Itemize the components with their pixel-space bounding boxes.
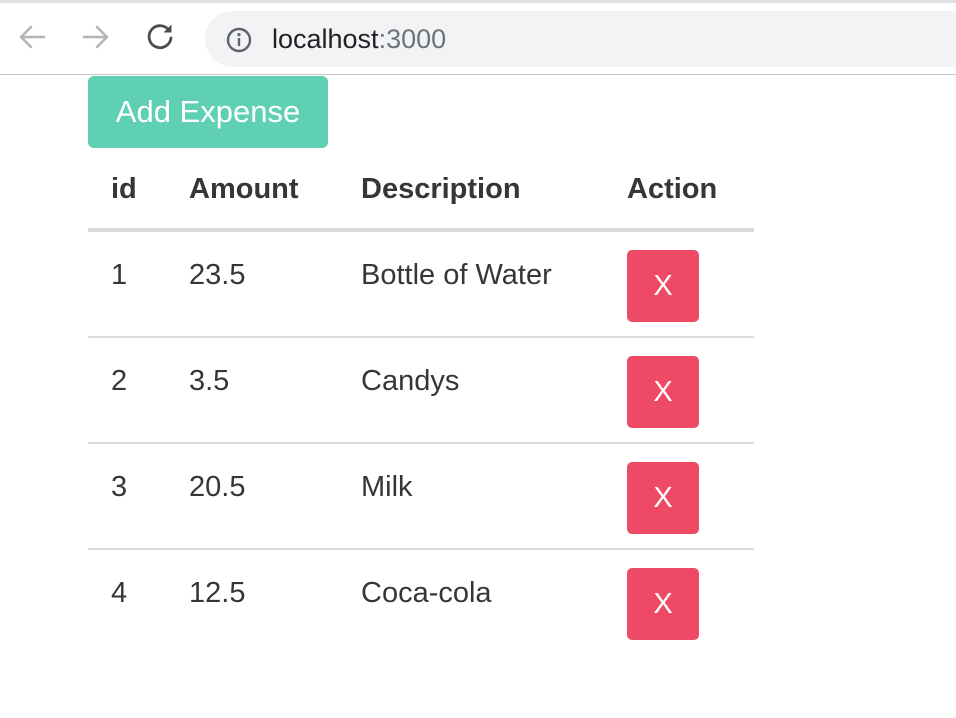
info-icon[interactable] xyxy=(226,27,252,53)
cell-description: Milk xyxy=(361,471,413,503)
header-description: Description xyxy=(361,173,521,205)
cell-amount: 23.5 xyxy=(189,259,246,291)
address-url[interactable]: localhost:3000 xyxy=(272,23,446,55)
table-row: 2 3.5 Candys X xyxy=(88,338,754,444)
browser-toolbar: localhost:3000 xyxy=(0,3,956,75)
table-header: id Amount Description Action xyxy=(88,150,754,232)
cell-description: Bottle of Water xyxy=(361,259,552,291)
cell-description: Coca-cola xyxy=(361,577,492,609)
add-expense-button[interactable]: Add Expense xyxy=(88,76,328,148)
cell-id: 3 xyxy=(111,471,128,503)
delete-expense-button[interactable]: X xyxy=(627,356,699,428)
cell-description: Candys xyxy=(361,365,460,397)
cell-id: 2 xyxy=(111,365,128,397)
delete-expense-button[interactable]: X xyxy=(627,462,699,534)
delete-expense-button[interactable]: X xyxy=(627,568,699,640)
address-bar[interactable]: localhost:3000 xyxy=(205,11,956,67)
arrow-right-icon xyxy=(82,25,109,49)
header-amount: Amount xyxy=(189,173,299,205)
table-row: 1 23.5 Bottle of Water X xyxy=(88,232,754,338)
cell-id: 1 xyxy=(111,259,128,291)
reload-button[interactable] xyxy=(143,20,177,54)
cell-id: 4 xyxy=(111,577,128,609)
back-button[interactable] xyxy=(15,20,49,54)
expenses-table: id Amount Description Action 1 23.5 Bott… xyxy=(88,150,754,656)
table-row: 3 20.5 Milk X xyxy=(88,444,754,550)
delete-expense-button[interactable]: X xyxy=(627,250,699,322)
arrow-left-icon xyxy=(19,25,46,49)
header-id: id xyxy=(111,173,137,205)
header-action: Action xyxy=(627,173,718,205)
reload-icon xyxy=(147,24,173,50)
cell-amount: 20.5 xyxy=(189,471,246,503)
cell-amount: 3.5 xyxy=(189,365,230,397)
forward-button[interactable] xyxy=(79,20,113,54)
url-host: localhost xyxy=(272,24,379,54)
url-port: :3000 xyxy=(378,24,447,54)
cell-amount: 12.5 xyxy=(189,577,246,609)
table-row: 4 12.5 Coca-cola X xyxy=(88,550,754,656)
